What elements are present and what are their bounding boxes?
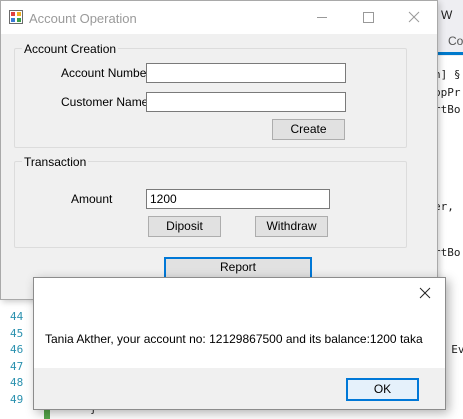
- close-button[interactable]: [391, 1, 437, 34]
- ok-button[interactable]: OK: [346, 378, 419, 401]
- deposit-button[interactable]: Diposit: [148, 216, 221, 237]
- title-bar[interactable]: Account Operation: [1, 1, 437, 34]
- dialog-footer: OK: [34, 368, 445, 409]
- dialog-close-button[interactable]: [404, 278, 446, 308]
- line-number: 48: [10, 376, 24, 389]
- line-number: 49: [10, 393, 24, 406]
- maximize-icon: [363, 12, 374, 23]
- line-number: 46: [10, 343, 24, 356]
- account-operation-window: Account Operation Account Creation Accou…: [0, 0, 438, 300]
- amount-input[interactable]: [146, 189, 330, 209]
- customer-name-input[interactable]: [146, 92, 346, 112]
- report-button[interactable]: Report: [164, 257, 312, 279]
- message-box-dialog: Tania Akther, your account no: 121298675…: [33, 277, 446, 410]
- winforms-app-icon: [9, 10, 23, 24]
- minimize-button[interactable]: [299, 1, 345, 34]
- account-number-input[interactable]: [146, 63, 346, 83]
- editor-tab-label[interactable]: Co: [448, 34, 463, 48]
- create-button[interactable]: Create: [272, 119, 345, 140]
- close-icon: [408, 11, 420, 23]
- maximize-button[interactable]: [345, 1, 391, 34]
- account-number-label: Account Number: [61, 66, 151, 80]
- line-number: 45: [10, 327, 24, 340]
- withdraw-button[interactable]: Withdraw: [255, 216, 328, 237]
- line-number: 44: [10, 310, 24, 323]
- window-title: Account Operation: [29, 11, 137, 26]
- editor-tab-label[interactable]: W: [441, 8, 452, 22]
- customer-name-label: Customer Name: [61, 95, 149, 109]
- minimize-icon: [317, 17, 327, 18]
- line-number: 47: [10, 360, 24, 373]
- account-creation-legend: Account Creation: [22, 42, 119, 56]
- close-icon: [419, 287, 431, 299]
- amount-label: Amount: [71, 192, 113, 206]
- transaction-legend: Transaction: [22, 155, 89, 169]
- dialog-message: Tania Akther, your account no: 121298675…: [45, 332, 423, 346]
